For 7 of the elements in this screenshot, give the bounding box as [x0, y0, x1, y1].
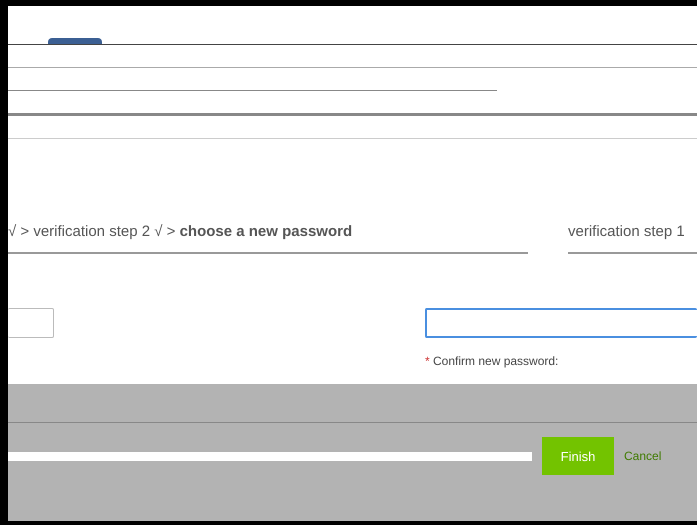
cancel-link[interactable]: Cancel [624, 449, 662, 463]
breadcrumb: √ > verification step 2 √ > choose a new password [8, 223, 352, 240]
field-label: * Confirm new password: [425, 354, 560, 368]
input-field[interactable] [425, 308, 697, 338]
finish-button[interactable]: Finish [542, 437, 614, 475]
input-field[interactable] [8, 308, 54, 338]
breadcrumb: verification step 1 [568, 223, 685, 240]
